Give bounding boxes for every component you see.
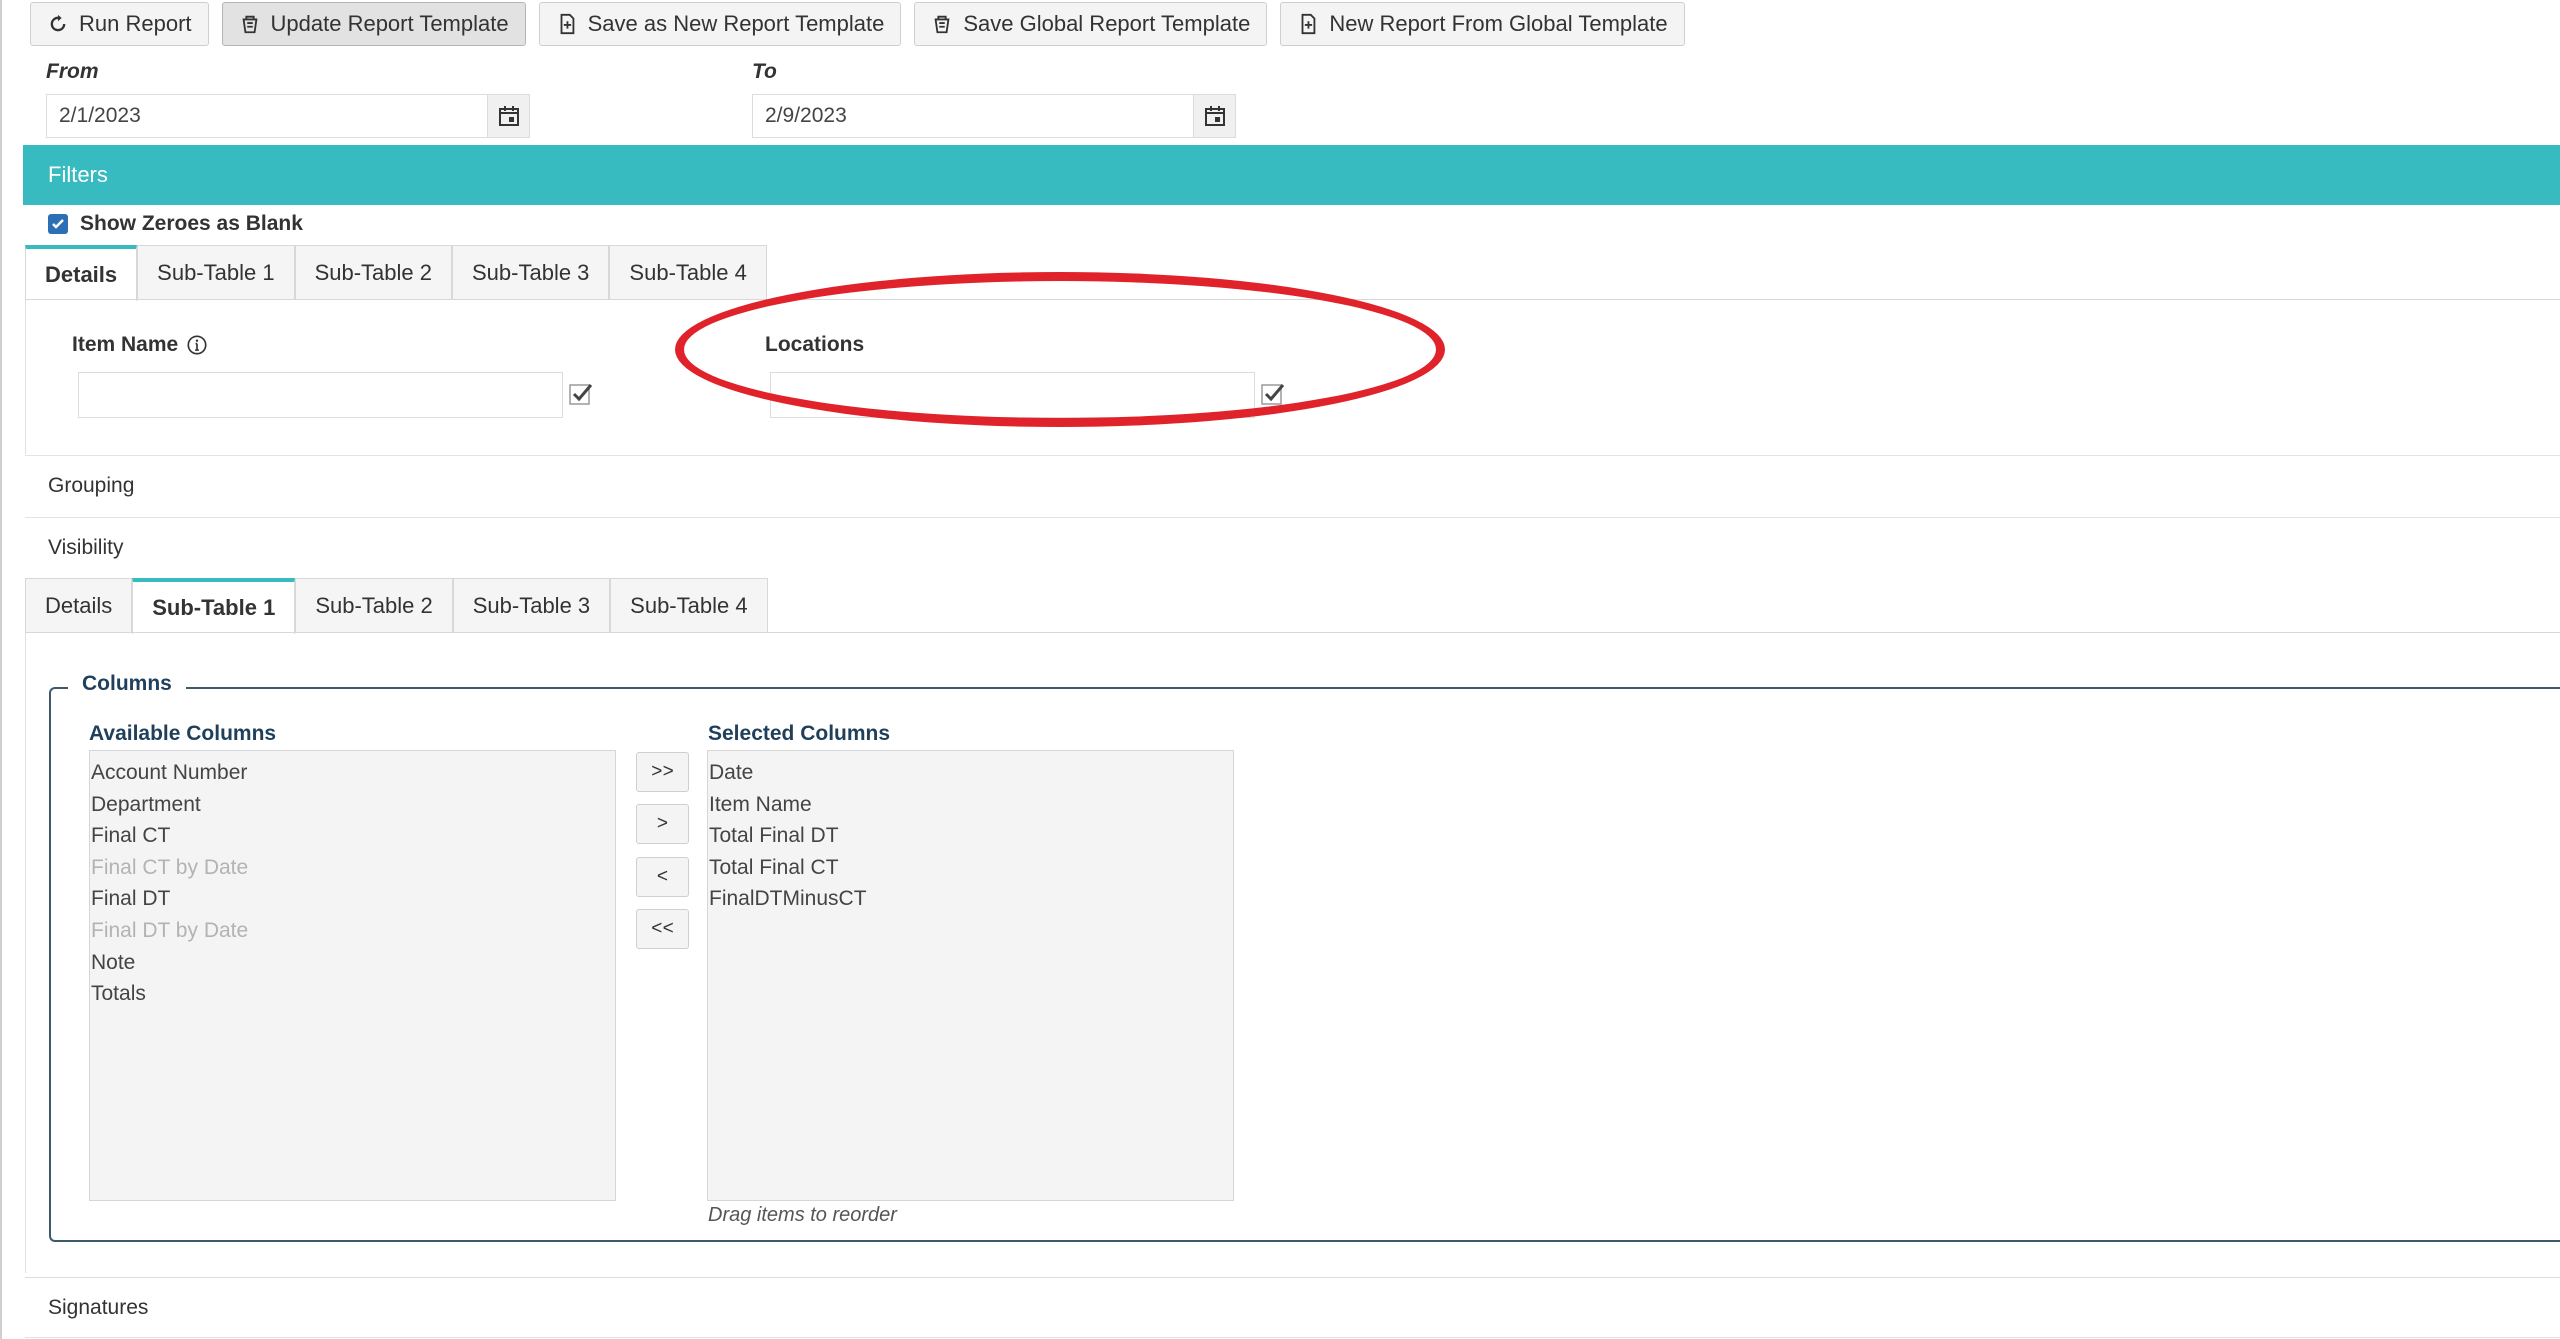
locations-input[interactable] [770, 372, 1255, 418]
move-right-button[interactable]: > [636, 804, 689, 844]
visibility-tab-sub-table-1[interactable]: Sub-Table 1 [132, 578, 296, 634]
filters-title: Filters [48, 162, 108, 187]
checkmark-icon[interactable] [1261, 382, 1285, 406]
move-all-left-button[interactable]: << [636, 909, 689, 949]
template-icon [934, 15, 950, 34]
show-zeroes-option[interactable]: Show Zeroes as Blank [48, 212, 303, 236]
filter-tab-sub-table-3[interactable]: Sub-Table 3 [452, 245, 610, 299]
from-label: From [46, 60, 99, 83]
run-report-label: Run Report [79, 11, 192, 36]
signatures-section[interactable]: Signatures [25, 1277, 2560, 1337]
visibility-section[interactable]: Visibility [25, 517, 2560, 577]
move-all-right-button[interactable]: >> [636, 752, 689, 792]
from-calendar-button[interactable] [487, 95, 529, 137]
filter-tabs: Details Sub-Table 1 Sub-Table 2 Sub-Tabl… [25, 245, 767, 301]
template-icon [242, 15, 257, 34]
to-date-input[interactable] [753, 95, 1193, 137]
list-item[interactable]: Note [90, 947, 615, 979]
list-item[interactable]: Item Name [708, 789, 1233, 821]
add-file-icon [560, 13, 574, 35]
grouping-section-title: Grouping [48, 473, 135, 497]
list-item[interactable]: Totals [90, 978, 615, 1010]
move-left-button[interactable]: < [636, 857, 689, 897]
update-report-template-button[interactable]: Update Report Template [221, 2, 526, 46]
item-name-label: Item Name [72, 333, 208, 357]
list-item[interactable]: Final CT [90, 820, 615, 852]
list-item[interactable]: Account Number [90, 757, 615, 789]
list-item[interactable]: Total Final CT [708, 852, 1233, 884]
selected-columns-title: Selected Columns [708, 722, 891, 745]
checkmark-icon[interactable] [569, 382, 593, 406]
list-item: Final CT by Date [91, 855, 249, 879]
info-icon[interactable] [186, 334, 208, 356]
from-date-field [46, 94, 530, 138]
update-report-template-label: Update Report Template [270, 11, 509, 36]
list-item[interactable]: Date [708, 757, 1233, 789]
grouping-section[interactable]: Grouping [25, 455, 2560, 515]
refresh-icon [50, 14, 66, 32]
from-date-input[interactable] [47, 95, 487, 137]
add-file-icon [1301, 13, 1316, 35]
available-columns-list[interactable]: Account Number Department Final CT Final… [89, 750, 616, 1201]
signatures-section-title: Signatures [48, 1295, 149, 1319]
to-label: To [752, 60, 777, 83]
window-left-border [0, 0, 2, 1339]
new-report-from-global-template-button[interactable]: New Report From Global Template [1280, 2, 1685, 46]
show-zeroes-checkbox[interactable] [48, 214, 68, 234]
visibility-tabs: Details Sub-Table 1 Sub-Table 2 Sub-Tabl… [25, 578, 768, 634]
save-new-report-template-button[interactable]: Save as New Report Template [538, 2, 902, 46]
visibility-section-title: Visibility [48, 535, 124, 559]
visibility-tab-sub-table-2[interactable]: Sub-Table 2 [295, 578, 453, 632]
to-date-field [752, 94, 1236, 138]
drag-reorder-hint: Drag items to reorder [708, 1204, 897, 1226]
item-name-label-text: Item Name [72, 333, 179, 356]
list-item[interactable]: Department [90, 789, 615, 821]
calendar-icon [1204, 106, 1225, 126]
show-zeroes-label: Show Zeroes as Blank [80, 212, 303, 235]
report-toolbar: Run Report Update Report Template Save a… [30, 2, 1685, 48]
save-global-report-template-label: Save Global Report Template [963, 11, 1251, 36]
available-columns-title: Available Columns [89, 722, 277, 745]
run-report-button[interactable]: Run Report [30, 2, 209, 46]
columns-legend: Columns [68, 672, 186, 696]
locations-label: Locations [765, 333, 864, 357]
filter-tab-sub-table-1[interactable]: Sub-Table 1 [137, 245, 295, 299]
item-name-input[interactable] [78, 372, 563, 418]
visibility-tab-sub-table-4[interactable]: Sub-Table 4 [610, 578, 768, 632]
save-new-report-template-label: Save as New Report Template [587, 11, 885, 36]
locations-label-text: Locations [765, 333, 865, 356]
list-item[interactable]: Total Final DT [708, 820, 1233, 852]
list-item[interactable]: Final DT [90, 883, 615, 915]
filter-tab-sub-table-2[interactable]: Sub-Table 2 [294, 245, 452, 299]
list-item[interactable]: FinalDTMinusCT [708, 883, 1233, 915]
save-global-report-template-button[interactable]: Save Global Report Template [914, 2, 1268, 46]
filters-header[interactable]: Filters [23, 145, 2560, 205]
selected-columns-list[interactable]: Date Item Name Total Final DT Total Fina… [707, 750, 1234, 1201]
visibility-tab-details[interactable]: Details [25, 578, 133, 632]
new-report-from-global-template-label: New Report From Global Template [1329, 11, 1668, 36]
checkmark-icon [52, 219, 64, 229]
filter-tab-sub-table-4[interactable]: Sub-Table 4 [609, 245, 767, 299]
bottom-divider [25, 1337, 2560, 1338]
to-calendar-button[interactable] [1193, 95, 1235, 137]
list-item: Final DT by Date [91, 918, 249, 942]
filter-tab-details[interactable]: Details [25, 245, 138, 301]
calendar-icon [498, 106, 519, 126]
visibility-tab-sub-table-3[interactable]: Sub-Table 3 [452, 578, 611, 632]
